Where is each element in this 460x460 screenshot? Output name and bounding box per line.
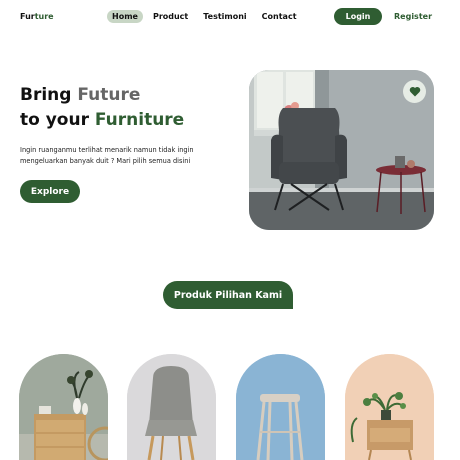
top-navbar: Furture Home Product Testimoni Contact L… (0, 0, 460, 34)
hero-description: Ingin ruanganmu terlihat menarik namun t… (20, 146, 194, 165)
nav-item-testimoni[interactable]: Testimoni (198, 10, 251, 23)
hero-title-to-your: to your (20, 110, 95, 130)
hero-title: Bring Future to your Furniture (20, 83, 184, 133)
stool-image (236, 354, 325, 460)
explore-button[interactable]: Explore (20, 180, 80, 203)
logo-prefix: Fur (20, 12, 35, 21)
dresser-image (19, 354, 108, 460)
favorite-button[interactable] (403, 80, 426, 103)
hero-title-future: Future (77, 85, 141, 105)
product-card-chair[interactable] (127, 354, 216, 460)
product-card-dresser[interactable] (19, 354, 108, 460)
nav-item-product[interactable]: Product (148, 10, 193, 23)
section-title-badge: Produk Pilihan Kami (163, 281, 293, 309)
logo[interactable]: Furture (20, 12, 54, 21)
hero-title-furniture: Furniture (94, 110, 185, 130)
nav-item-contact[interactable]: Contact (257, 10, 302, 23)
hero-title-bring: Bring (20, 85, 78, 105)
heart-icon (409, 86, 420, 97)
hero-image (249, 70, 434, 230)
nav-item-home[interactable]: Home (107, 10, 143, 23)
login-button[interactable]: Login (334, 8, 382, 25)
logo-accent: ture (34, 12, 54, 21)
product-card-nightstand[interactable] (345, 354, 434, 460)
register-link[interactable]: Register (394, 12, 432, 21)
product-card-stool[interactable] (236, 354, 325, 460)
nightstand-image (345, 354, 434, 460)
chair-image (127, 354, 216, 460)
nav-menu: Home Product Testimoni Contact (107, 10, 302, 23)
